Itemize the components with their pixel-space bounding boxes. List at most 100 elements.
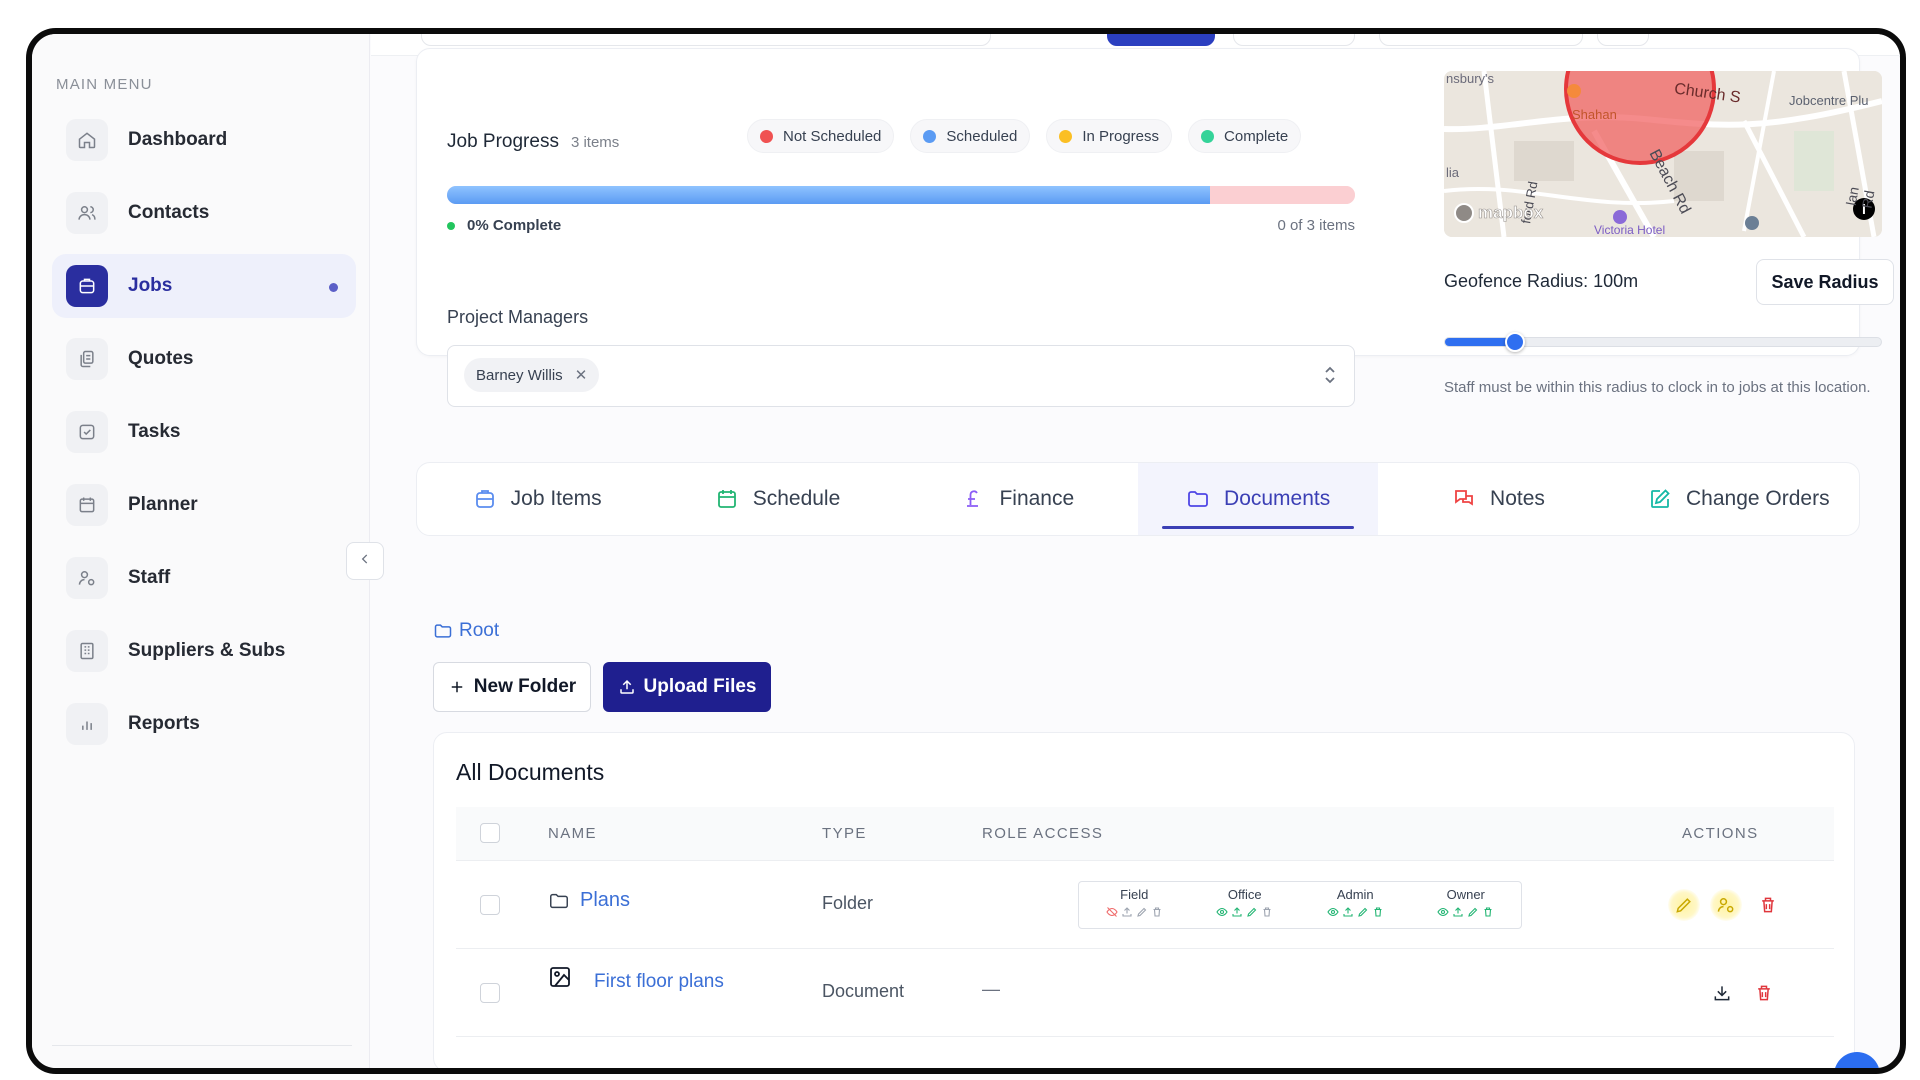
upload-icon (1453, 907, 1463, 917)
top-field[interactable] (421, 34, 991, 46)
role-access-empty: — (982, 979, 1000, 999)
table-row[interactable]: First floor plans Document — (456, 949, 1834, 1037)
document-name-link[interactable]: First floor plans (594, 971, 724, 993)
role-access-grid: Field Office Admin Owner (1078, 881, 1522, 929)
pencil-icon (1676, 898, 1691, 913)
sidebar-item-quotes[interactable]: Quotes (52, 327, 356, 391)
select-all-checkbox[interactable] (480, 823, 500, 843)
app-window: MAIN MENU Dashboard Contacts Jobs Quotes… (26, 28, 1906, 1074)
delete-button[interactable] (1752, 889, 1784, 921)
new-folder-button[interactable]: New Folder (433, 662, 591, 712)
sidebar-item-label: Planner (128, 494, 198, 515)
legend-not-scheduled: Not Scheduled (747, 119, 895, 153)
image-icon (548, 965, 572, 989)
tab-notes[interactable]: Notes (1378, 463, 1618, 535)
select-updown-icon (1322, 364, 1338, 391)
remove-chip-icon[interactable]: ✕ (575, 366, 588, 384)
sidebar-item-staff[interactable]: Staff (52, 546, 356, 610)
all-documents-card: All Documents NAME TYPE ROLE ACCESS ACTI… (433, 732, 1855, 1068)
progress-items-count: 0 of 3 items (1277, 217, 1355, 234)
role-permission-icons[interactable] (1079, 906, 1190, 918)
row-checkbox[interactable] (480, 983, 500, 1003)
slider-thumb[interactable] (1504, 332, 1525, 352)
pound-icon (961, 487, 985, 511)
sidebar-item-suppliers-subs[interactable]: Suppliers & Subs (52, 619, 356, 683)
top-button[interactable] (1597, 34, 1649, 46)
status-dot (1059, 129, 1073, 143)
button-label: Upload Files (643, 676, 757, 697)
upload-icon (1343, 907, 1353, 917)
job-progress-bar (447, 186, 1355, 204)
status-dot (447, 221, 455, 230)
tab-label: Notes (1490, 487, 1545, 510)
collapse-sidebar-button[interactable] (346, 542, 384, 580)
legend-in-progress: In Progress (1046, 119, 1173, 153)
role-access-field: Field (1079, 882, 1190, 928)
role-permission-icons[interactable] (1300, 906, 1411, 918)
top-button[interactable] (1379, 34, 1583, 46)
status-dot (760, 129, 773, 143)
sidebar-item-label: Jobs (128, 275, 173, 296)
role-name: Field (1120, 887, 1149, 902)
rename-button[interactable] (1668, 889, 1700, 921)
job-tabs: Job Items Schedule Finance Documents Not… (416, 462, 1860, 536)
bar-chart-icon (66, 703, 108, 745)
project-managers-label: Project Managers (447, 307, 589, 327)
role-permission-icons[interactable] (1411, 906, 1522, 918)
sidebar-item-dashboard[interactable]: Dashboard (52, 108, 356, 172)
delete-button[interactable] (1748, 977, 1780, 1009)
map-label: mapbox (1478, 203, 1544, 223)
sidebar-item-reports[interactable]: Reports (52, 692, 356, 756)
eye-icon (1437, 907, 1449, 917)
selected-manager-chip: Barney Willis ✕ (464, 358, 600, 392)
folder-icon (433, 621, 453, 641)
manage-access-button[interactable] (1710, 889, 1742, 921)
pencil-icon (1136, 907, 1147, 917)
geofence-radius-slider[interactable] (1444, 332, 1882, 352)
row-type-cell: Document (822, 981, 904, 1002)
progress-segment-scheduled (447, 186, 1210, 204)
breadcrumb-root[interactable]: Root (433, 620, 499, 642)
sidebar-item-label: Contacts (128, 202, 210, 223)
sidebar-item-label: Dashboard (128, 129, 228, 150)
upload-icon (1122, 907, 1132, 917)
progress-percent: 0% Complete (447, 217, 561, 234)
geofence-radius-label: Geofence Radius: 100m (1444, 271, 1639, 291)
tab-job-items[interactable]: Job Items (417, 463, 657, 535)
upload-files-button[interactable]: Upload Files (603, 662, 771, 712)
folder-name-link[interactable]: Plans (580, 889, 630, 912)
geofence-help-text: Staff must be within this radius to cloc… (1444, 379, 1871, 396)
map-label: Shahan (1572, 107, 1617, 122)
sidebar-item-tasks[interactable]: Tasks (52, 400, 356, 464)
row-checkbox[interactable] (480, 895, 500, 915)
download-button[interactable] (1706, 977, 1738, 1009)
column-header-actions: ACTIONS (1682, 825, 1759, 842)
map-label: nsbury's (1446, 71, 1495, 86)
sidebar-item-planner[interactable]: Planner (52, 473, 356, 537)
trash-icon (1484, 907, 1492, 917)
legend-label: Scheduled (946, 127, 1018, 145)
project-managers-select[interactable]: Barney Willis ✕ (447, 345, 1355, 407)
role-permission-icons[interactable] (1190, 906, 1301, 918)
geofence-map[interactable]: i nsbury's Church S Jobcentre Plu Shahan… (1444, 71, 1882, 237)
row-name-cell: Plans (548, 889, 630, 912)
calendar-icon (66, 484, 108, 526)
top-button[interactable] (1233, 34, 1355, 46)
table-row[interactable]: Plans Folder Field Office Admin Owner (456, 861, 1834, 949)
building-icon (66, 630, 108, 672)
active-indicator-dot (329, 283, 338, 292)
breadcrumb-label: Root (459, 620, 500, 641)
tab-finance[interactable]: Finance (898, 463, 1138, 535)
tab-change-orders[interactable]: Change Orders (1619, 463, 1859, 535)
save-radius-button[interactable]: Save Radius (1756, 259, 1894, 305)
top-primary-button[interactable] (1107, 34, 1215, 46)
sidebar-item-jobs[interactable]: Jobs (52, 254, 356, 318)
column-header-type: TYPE (822, 825, 867, 842)
tab-documents[interactable]: Documents (1137, 463, 1379, 535)
role-access-admin: Admin (1300, 882, 1411, 928)
legend-label: In Progress (1082, 127, 1160, 145)
sidebar-item-contacts[interactable]: Contacts (52, 181, 356, 245)
mapbox-logo: mapbox (1454, 203, 1543, 223)
tab-schedule[interactable]: Schedule (657, 463, 897, 535)
sidebar-item-label: Staff (128, 567, 171, 588)
